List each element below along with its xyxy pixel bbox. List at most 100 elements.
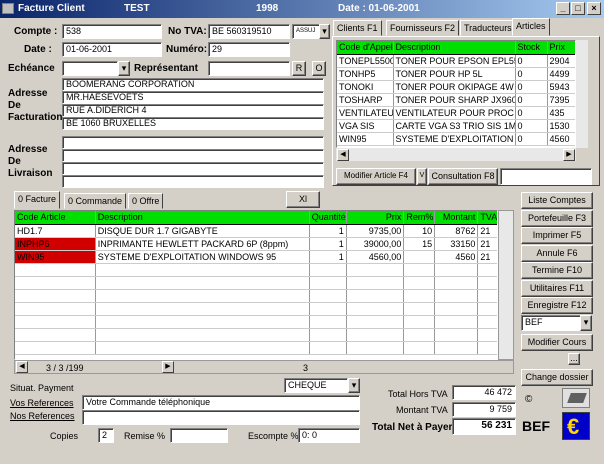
tab-facture[interactable]: 0 Facture [14,191,61,209]
table-row[interactable] [15,276,497,290]
termine-button[interactable]: Termine F10 [521,262,593,279]
col-code-article[interactable]: Code Article [15,211,96,225]
annule-button[interactable]: Annule F6 [521,244,593,262]
table-row[interactable]: WIN95 SYSTEME D'EXPLOITATION 0 4560 [337,132,575,146]
table-cell [95,302,310,316]
table-row[interactable]: TONOKI TONER POUR OKIPAGE 4W 0 5943 [337,80,575,94]
table-row[interactable]: TONEPL5500 TONER POUR EPSON EPL55 0 2904 [337,54,575,68]
copies-field[interactable]: 2 [98,428,114,443]
table-cell [477,276,497,290]
dots-button[interactable]: ... [568,353,580,365]
enregistre-button[interactable]: Enregistre F12 [521,297,593,314]
euro-icon[interactable]: € [562,412,590,440]
liste-comptes-button[interactable]: Liste Comptes [521,192,593,209]
assuj-field[interactable]: ASSUJ [292,24,320,39]
lines-scroll-left-icon[interactable]: ◀ [16,361,28,373]
table-cell [95,328,310,342]
tab-fournisseurs[interactable]: Fournisseurs F2 [386,20,460,36]
stamp-icon[interactable] [562,388,590,408]
tab-commande[interactable]: 0 Commande [64,193,127,209]
remise-field[interactable] [170,428,228,443]
table-cell [403,341,436,355]
col-description[interactable]: Description [393,41,516,55]
table-row[interactable]: HD1.7 DISQUE DUR 1.7 GIGABYTE 1 9735,00 10 87… [15,224,497,238]
escompte-field[interactable]: 0: 0 [298,428,360,443]
adr-fact-line-4[interactable]: BE 1060 BRUXELLES [62,117,324,130]
adr-liv-line-4[interactable] [62,175,324,188]
articles-hscroll[interactable] [336,148,576,161]
table-cell [434,315,479,329]
col-stock[interactable]: Stock [515,41,548,55]
adr-fact-line-1[interactable]: BOOMERANG CORPORATION [62,78,324,91]
tva-field[interactable]: BE 560319510 [208,24,290,39]
xl-button[interactable]: Xl [286,191,320,208]
adr-fact-line-3[interactable]: RUE A.DIDERICH 4 [62,104,324,117]
adr-liv-line-1[interactable] [62,136,324,149]
table-row[interactable] [15,328,497,342]
table-cell: 4560 [547,132,575,146]
tab-clients[interactable]: Clients F1 [333,20,382,36]
lines-vscroll[interactable] [498,210,514,360]
table-cell [477,289,497,303]
echeance-field[interactable] [62,61,118,76]
table-row[interactable]: TOSHARP TONER POUR SHARP JX960 0 7395 [337,93,575,107]
col-line-prix[interactable]: Prix [346,211,405,225]
table-row[interactable] [15,263,497,277]
consultation-button[interactable]: Consultation F8 [428,168,498,185]
table-row[interactable] [15,341,497,355]
table-row[interactable]: WIN95 SYSTEME D'EXPLOITATION WINDOWS 95 1 4… [15,250,497,264]
col-code-appel[interactable]: Code d'Appel [337,41,394,55]
representant-r-button[interactable]: R [292,61,306,76]
situat-dropdown[interactable]: ▾ [348,378,360,393]
articles-vscroll[interactable] [576,40,588,148]
representant-o-button[interactable]: O [312,61,326,76]
close-icon[interactable]: × [587,2,601,15]
compte-field[interactable]: 538 [62,24,162,39]
assuj-dropdown[interactable]: ▾ [319,24,330,39]
maximize-icon[interactable]: □ [571,2,585,15]
nos-ref-field[interactable] [82,410,360,425]
table-row[interactable] [15,302,497,316]
table-row[interactable] [15,315,497,329]
table-row[interactable]: INPHP6 INPRIMANTE HEWLETT PACKARD 6P (8pp… [15,237,497,251]
col-remise[interactable]: Rem% [403,211,436,225]
date-field[interactable]: 01-06-2001 [62,42,162,57]
minimize-icon[interactable]: _ [556,2,570,15]
table-row[interactable]: VENTILATEU VENTILATEUR POUR PROC 0 435 [337,106,575,120]
table-cell: SYSTEME D'EXPLOITATION WINDOWS 95 [95,250,310,264]
change-dossier-button[interactable]: Change dossier [521,369,593,386]
adr-liv-line-2[interactable] [62,149,324,162]
col-tva[interactable]: TVA [477,211,497,225]
modifier-article-button[interactable]: Modifier Article F4 [336,168,416,185]
utilitaires-button[interactable]: Utilitaires F11 [521,279,593,297]
table-cell [15,289,96,303]
imprimer-button[interactable]: Imprimer F5 [521,227,593,244]
articles-scroll-right-icon[interactable]: ▶ [563,149,575,161]
table-row[interactable]: VGA SIS CARTE VGA S3 TRIO SIS 1M 0 1530 [337,119,575,133]
situat-field[interactable]: CHEQUE [284,378,348,393]
tab-traducteurs[interactable]: Traducteurs [460,20,516,36]
vos-ref-field[interactable]: Votre Commande téléphonique [82,395,360,410]
adr-fact-line-2[interactable]: MR.HAESEVOETS [62,91,324,104]
numero-field[interactable]: 29 [208,42,290,57]
adr-liv-line-3[interactable] [62,162,324,175]
col-quantite[interactable]: Quantité [309,211,347,225]
col-montant[interactable]: Montant [434,211,479,225]
col-prix[interactable]: Prix [547,41,575,55]
tab-articles[interactable]: Articles [512,18,550,36]
v-button[interactable]: V [417,168,427,185]
echeance-dropdown[interactable]: ▾ [118,61,130,76]
table-row[interactable]: TONHP5 TONER POUR HP 5L 0 4499 [337,67,575,81]
currency-field[interactable]: BEF [521,315,581,331]
representant-field[interactable] [208,61,290,76]
lines-scroll-right-icon[interactable]: ▶ [162,361,174,373]
portefeuille-button[interactable]: Portefeuille F3 [521,209,593,227]
articles-scroll-left-icon[interactable]: ◀ [337,149,349,161]
date-label: Date : [24,44,52,55]
modifier-cours-button[interactable]: Modifier Cours [521,334,593,351]
currency-dropdown[interactable]: ▾ [580,315,592,331]
table-row[interactable] [15,289,497,303]
articles-search-field[interactable] [500,168,592,185]
tab-offre[interactable]: 0 Offre [128,193,164,209]
col-line-description[interactable]: Description [95,211,310,225]
